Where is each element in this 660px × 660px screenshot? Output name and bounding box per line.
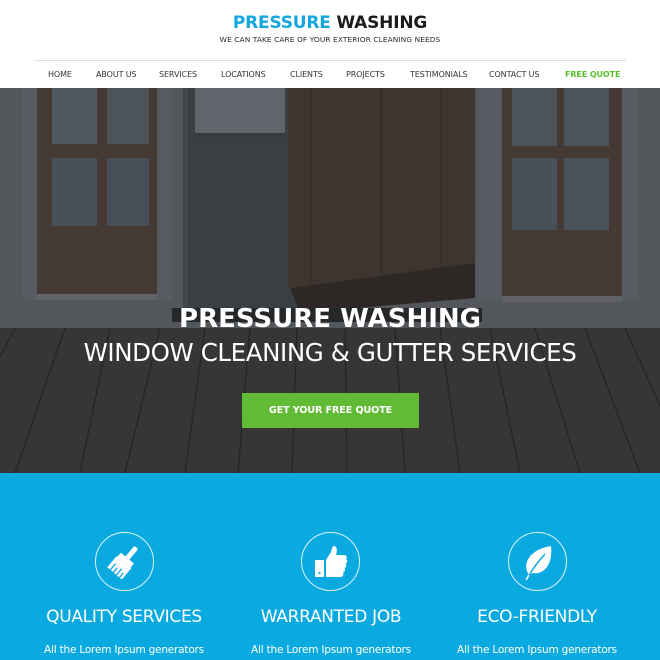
nav-item-free-quote[interactable]: FREE QUOTE: [565, 69, 620, 81]
brush-icon: [107, 546, 138, 580]
nav-item-locations[interactable]: LOCATIONS: [221, 69, 266, 81]
logo-text-primary: PRESSURE: [232, 13, 331, 33]
feature-text: All the Lorem Ipsum generators: [457, 644, 617, 656]
feature-icon-circle: [508, 532, 567, 591]
feature-text: All the Lorem Ipsum generators: [44, 644, 204, 656]
nav-item-contact-us[interactable]: CONTACT US: [489, 69, 540, 81]
feature-title: ECO-FRIENDLY: [477, 607, 597, 627]
get-free-quote-button[interactable]: GET YOUR FREE QUOTE: [242, 393, 419, 428]
hero-section: PRESSURE WASHING WINDOW CLEANING & GUTTE…: [0, 88, 660, 473]
nav-item-clients[interactable]: CLIENTS: [290, 69, 323, 81]
header-divider: [35, 60, 626, 61]
site-logo[interactable]: PRESSURE WASHING: [0, 12, 660, 34]
feature-title: WARRANTED JOB: [260, 607, 402, 627]
nav-item-services[interactable]: SERVICES: [159, 69, 197, 81]
feature-title: QUALITY SERVICES: [46, 607, 202, 627]
nav-item-home[interactable]: HOME: [48, 69, 72, 81]
thumbs-up-icon: [315, 546, 348, 577]
leaf-icon: [525, 546, 552, 581]
main-nav: HOME ABOUT US SERVICES LOCATIONS CLIENTS…: [0, 69, 660, 81]
nav-item-about-us[interactable]: ABOUT US: [96, 69, 137, 81]
features-section: QUALITY SERVICES All the Lorem Ipsum gen…: [0, 473, 660, 660]
feature-text: All the Lorem Ipsum generators: [251, 644, 411, 656]
hero-title: PRESSURE WASHING: [179, 304, 481, 334]
site-tagline: WE CAN TAKE CARE OF YOUR EXTERIOR CLEANI…: [219, 35, 441, 44]
feature-warranted-job: WARRANTED JOB All the Lorem Ipsum genera…: [226, 473, 436, 660]
hero-subtitle: WINDOW CLEANING & GUTTER SERVICES: [83, 338, 577, 367]
site-header: PRESSURE WASHING WE CAN TAKE CARE OF YOU…: [0, 0, 660, 88]
nav-item-projects[interactable]: PROJECTS: [346, 69, 385, 81]
feature-quality-services: QUALITY SERVICES All the Lorem Ipsum gen…: [19, 473, 229, 660]
feature-icon-circle: [95, 532, 154, 591]
feature-icon-circle: [301, 532, 360, 591]
feature-eco-friendly: ECO-FRIENDLY All the Lorem Ipsum generat…: [432, 473, 642, 660]
nav-item-testimonials[interactable]: TESTIMONIALS: [410, 69, 468, 81]
logo-text-secondary: WASHING: [336, 13, 428, 33]
